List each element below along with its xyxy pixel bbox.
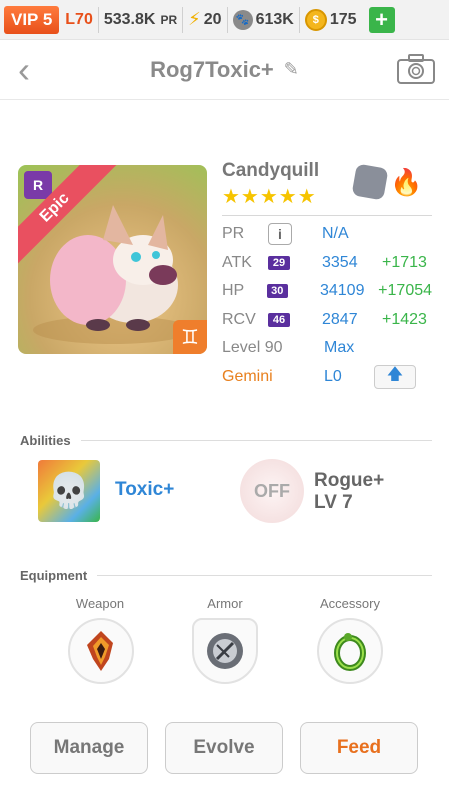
zodiac-label: Gemini <box>222 367 273 385</box>
divider <box>182 6 184 33</box>
vip-badge[interactable]: VIP 5 <box>4 5 60 34</box>
stat-bonus: +17054 <box>378 282 433 300</box>
coins-value: 175 <box>329 10 357 28</box>
stat-value: 2847 <box>322 310 358 328</box>
coin-icon: $ <box>304 8 327 31</box>
stat-value: Max <box>324 339 355 357</box>
pet-portrait[interactable]: R Epic ♊ <box>18 165 207 354</box>
stat-row-zodiac: Gemini L0 🡅 <box>222 363 432 392</box>
abilities-heading: Abilities <box>20 433 71 448</box>
status-bar: VIP 5 L70 533.8K PR ⚡ 20 🐾 613K $ 175 + <box>0 0 449 40</box>
fire-element-icon: 🔥 <box>390 167 423 197</box>
stat-level-badge: 30 <box>266 284 288 299</box>
armor-label: Armor <box>207 596 243 611</box>
stat-row-atk: ATK 29 3354 +1713 <box>222 249 432 278</box>
abilities-section-heading: Abilities <box>20 433 432 448</box>
stat-row-pr: PR i N/A <box>222 220 432 249</box>
earth-element-icon <box>351 163 389 201</box>
power-value: 533.8K <box>103 10 156 28</box>
passive-ability[interactable]: Rogue+ LV 7 <box>314 470 384 514</box>
weapon-slot[interactable] <box>68 618 134 684</box>
divider <box>80 440 432 441</box>
lightning-icon: ⚡ <box>188 9 201 29</box>
pet-info: Candyquill ★★★★★ 🔥 PR i N/A ATK 29 3354 … <box>222 160 432 391</box>
armor-icon <box>207 633 243 669</box>
gemini-icon: ♊ <box>173 320 207 354</box>
toxic-skull-icon[interactable]: 💀 <box>38 460 100 522</box>
paws-value: 613K <box>255 10 294 28</box>
upgrade-zodiac-button[interactable]: 🡅 <box>374 364 416 389</box>
stat-row-rcv: RCV 46 2847 +1423 <box>222 306 432 335</box>
divider <box>226 6 228 33</box>
stat-bonus: +1423 <box>382 310 427 328</box>
energy-value: 20 <box>203 10 222 28</box>
stat-level-badge: 29 <box>268 255 290 270</box>
manage-button[interactable]: Manage <box>30 722 148 774</box>
page-header: ‹ Rog7Toxic+ ✎ <box>0 40 449 100</box>
evolve-button[interactable]: Evolve <box>165 722 283 774</box>
power-rating: 533.8K PR <box>104 11 177 29</box>
edit-name-icon[interactable]: ✎ <box>284 59 299 80</box>
zodiac-level: L0 <box>324 367 342 385</box>
camera-icon[interactable] <box>397 54 435 84</box>
stat-label: PR <box>222 225 245 243</box>
divider <box>222 215 432 216</box>
passive-ability-name: Rogue+ <box>314 470 385 491</box>
accessory-label: Accessory <box>320 596 380 611</box>
page-title: Rog7Toxic+ <box>150 56 274 82</box>
rank-badge: R <box>24 171 52 199</box>
weapon-label: Weapon <box>75 596 125 611</box>
energy[interactable]: ⚡ 20 <box>188 9 221 30</box>
add-currency-button[interactable]: + <box>368 6 395 33</box>
weapon-icon <box>87 631 113 671</box>
paw-icon: 🐾 <box>232 9 253 30</box>
stat-label: Level 90 <box>222 339 283 357</box>
power-unit: PR <box>160 12 178 27</box>
passive-ability-status[interactable]: OFF <box>240 459 304 523</box>
stat-label: ATK <box>222 253 252 271</box>
stat-value: 3354 <box>322 253 358 271</box>
equipment-heading: Equipment <box>20 568 88 583</box>
stat-label: RCV <box>222 310 256 328</box>
stat-value: 34109 <box>319 282 365 300</box>
stat-bonus: +1713 <box>382 253 427 271</box>
divider <box>298 6 300 33</box>
divider <box>97 6 99 33</box>
divider <box>97 575 432 576</box>
accessory-slot[interactable] <box>317 618 383 684</box>
stat-level-badge: 46 <box>268 312 290 327</box>
player-level: L70 <box>65 10 93 28</box>
info-icon[interactable]: i <box>268 223 292 246</box>
paws[interactable]: 🐾 613K <box>232 9 294 30</box>
equipment-section-heading: Equipment <box>20 568 432 583</box>
feed-button[interactable]: Feed <box>300 722 418 774</box>
stat-row-hp: HP 30 34109 +17054 <box>222 277 432 306</box>
coins[interactable]: $ 175 <box>304 8 357 31</box>
passive-ability-level: LV 7 <box>314 492 353 513</box>
stat-row-level: Level 90 Max <box>222 334 432 363</box>
accessory-icon <box>334 633 366 671</box>
stat-label: HP <box>222 282 245 300</box>
element-icons: 🔥 <box>351 163 423 201</box>
back-icon[interactable]: ‹ <box>18 52 30 88</box>
active-ability-name[interactable]: Toxic+ <box>115 479 174 501</box>
armor-slot[interactable] <box>192 618 258 684</box>
stat-value: N/A <box>322 225 349 243</box>
